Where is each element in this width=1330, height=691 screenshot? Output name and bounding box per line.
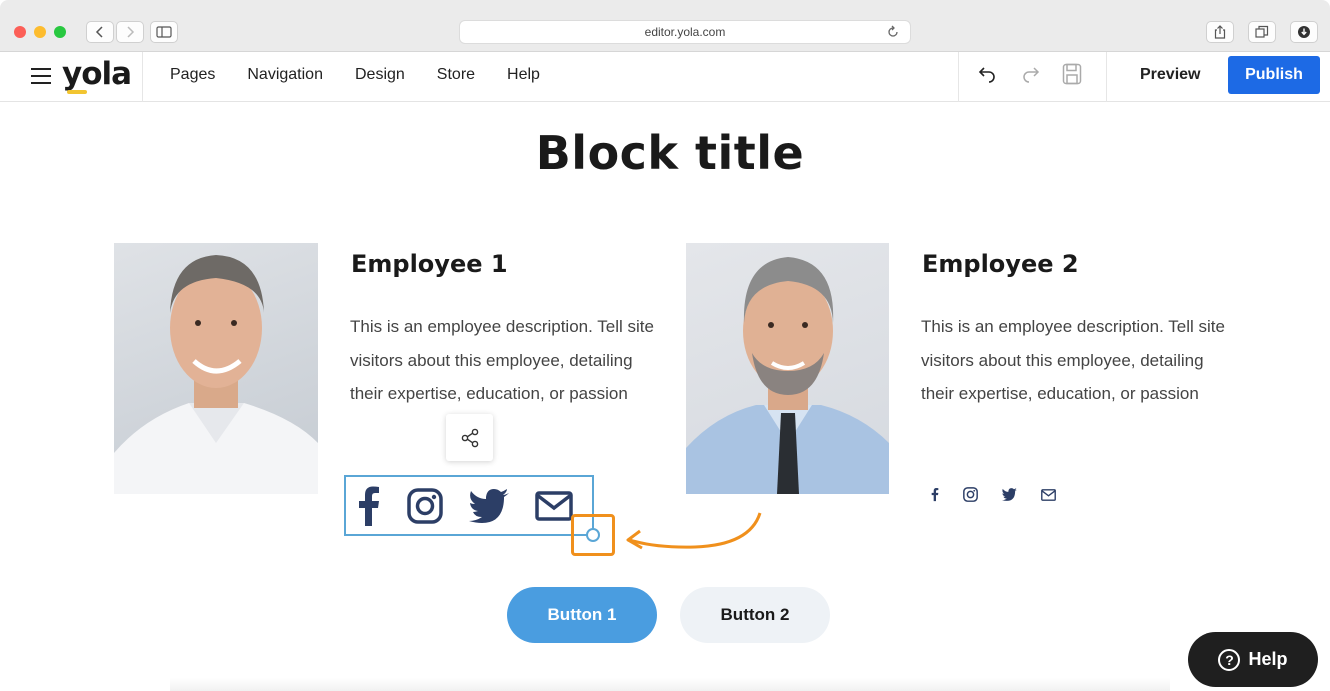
minimize-window-button[interactable]	[34, 26, 46, 38]
section-edge-shadow	[170, 678, 1170, 691]
save-icon[interactable]	[1062, 63, 1082, 85]
pointer-arrow-icon	[626, 512, 762, 550]
zoom-window-button[interactable]	[54, 26, 66, 38]
mail-icon[interactable]	[535, 491, 573, 521]
browser-chrome: editor.yola.com	[0, 0, 1330, 52]
share-button[interactable]	[1206, 21, 1234, 43]
employee-2-portrait	[686, 257, 889, 494]
employee-1-social-icons	[357, 486, 573, 526]
toolbar-divider	[142, 52, 143, 102]
close-window-button[interactable]	[14, 26, 26, 38]
address-bar[interactable]: editor.yola.com	[459, 20, 911, 44]
history-nav	[86, 21, 144, 43]
url-text: editor.yola.com	[644, 25, 726, 39]
main-menu: Pages Navigation Design Store Help	[170, 66, 540, 84]
menu-design[interactable]: Design	[355, 66, 405, 84]
help-button[interactable]: ? Help	[1188, 632, 1318, 687]
reload-icon[interactable]	[886, 25, 900, 39]
employee-2-photo[interactable]	[686, 243, 889, 494]
instagram-icon[interactable]	[407, 488, 443, 524]
browser-actions	[1206, 21, 1318, 43]
undo-icon[interactable]	[978, 64, 998, 84]
employee-1-portrait	[114, 255, 318, 494]
window-controls	[14, 26, 66, 38]
help-label: Help	[1248, 649, 1288, 669]
share-icon	[1214, 25, 1226, 39]
twitter-icon[interactable]	[1002, 488, 1017, 501]
downloads-button[interactable]	[1290, 21, 1318, 43]
history-controls	[978, 63, 1082, 85]
menu-navigation[interactable]: Navigation	[247, 66, 323, 84]
tabs-button[interactable]	[1248, 21, 1276, 43]
redo-icon[interactable]	[1020, 64, 1040, 84]
employee-2-name[interactable]: Employee 2	[922, 250, 1079, 278]
button-1[interactable]: Button 1	[507, 587, 657, 643]
back-button[interactable]	[86, 21, 114, 43]
hamburger-menu-icon[interactable]	[30, 67, 52, 85]
toolbar-divider	[958, 52, 959, 102]
mail-icon[interactable]	[1041, 488, 1056, 501]
social-links-popup[interactable]	[446, 414, 493, 461]
share-nodes-icon	[461, 428, 478, 447]
download-icon	[1298, 26, 1310, 38]
employee-2-social-icons	[931, 487, 1056, 502]
employee-1-photo[interactable]	[114, 243, 318, 494]
sidebar-icon	[156, 26, 172, 38]
employee-1-description[interactable]: This is an employee description. Tell si…	[350, 310, 660, 411]
menu-help[interactable]: Help	[507, 66, 540, 84]
facebook-icon[interactable]	[931, 487, 939, 502]
menu-pages[interactable]: Pages	[170, 66, 215, 84]
employee-1-name[interactable]: Employee 1	[351, 250, 508, 278]
forward-button[interactable]	[116, 21, 144, 43]
employee-2-description[interactable]: This is an employee description. Tell si…	[921, 310, 1231, 411]
instagram-icon[interactable]	[963, 487, 978, 502]
question-mark-icon: ?	[1218, 648, 1241, 671]
preview-button[interactable]: Preview	[1140, 66, 1200, 84]
logo-accent	[67, 90, 87, 94]
editor-toolbar: yola Pages Navigation Design Store Help …	[0, 52, 1330, 102]
publish-button[interactable]: Publish	[1228, 56, 1320, 94]
twitter-icon[interactable]	[469, 489, 509, 523]
sidebar-toggle-button[interactable]	[150, 21, 178, 43]
chevron-right-icon	[127, 26, 135, 38]
tabs-icon	[1255, 25, 1269, 38]
block-title[interactable]: Block title	[0, 126, 1330, 180]
resize-handle[interactable]	[586, 528, 600, 542]
facebook-icon[interactable]	[357, 486, 381, 526]
chevron-left-icon	[95, 26, 103, 38]
yola-logo[interactable]: yola	[62, 56, 132, 92]
menu-store[interactable]: Store	[437, 66, 475, 84]
button-2[interactable]: Button 2	[680, 587, 830, 643]
toolbar-divider	[1106, 52, 1107, 102]
